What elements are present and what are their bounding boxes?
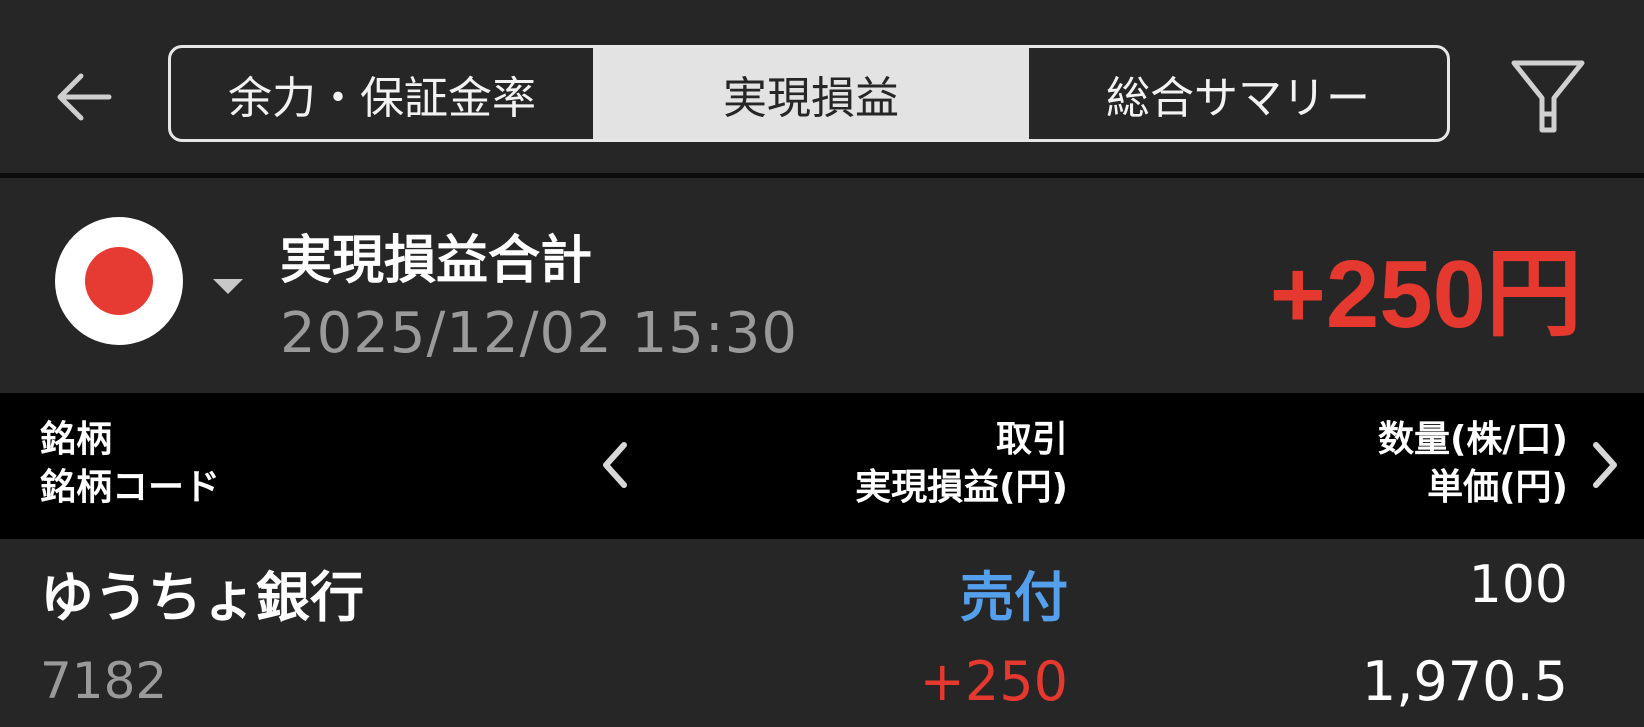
japan-flag-icon	[55, 217, 183, 345]
caret-down-icon	[213, 279, 243, 294]
segmented-tabs: 余力・保証金率 実現損益 総合サマリー	[168, 45, 1450, 142]
tab-label: 実現損益	[723, 72, 899, 124]
table-header: 銘柄 銘柄コード 取引 実現損益(円) 数量(株/口) 単価(円)	[0, 393, 1644, 539]
tab-summary[interactable]: 総合サマリー	[1029, 48, 1447, 139]
chevron-right-icon	[1593, 442, 1617, 488]
market-selector[interactable]	[55, 216, 245, 346]
column-header-line: 銘柄	[40, 419, 113, 460]
filter-icon	[1511, 60, 1584, 132]
tab-label: 余力・保証金率	[228, 72, 536, 124]
column-header-stock: 銘柄 銘柄コード	[40, 416, 220, 512]
realized-pl-value: +250	[919, 650, 1068, 713]
table-row[interactable]: ゆうちょ銀行 7182 売付 +250 100 1,970.5	[0, 539, 1644, 727]
realized-pl-summary: 実現損益合計 2025/12/02 15:30 +250円	[0, 178, 1644, 393]
tab-label: 総合サマリー	[1106, 72, 1370, 124]
trade-type: 売付	[960, 566, 1068, 629]
filter-button[interactable]	[1505, 55, 1590, 140]
column-header-line: 銘柄コード	[40, 467, 221, 508]
tab-margin-rate[interactable]: 余力・保証金率	[171, 48, 593, 139]
column-header-quantity: 数量(株/口) 単価(円)	[1378, 416, 1568, 512]
arrow-left-icon	[57, 73, 112, 121]
tab-realized-pl[interactable]: 実現損益	[593, 48, 1029, 139]
stock-code: 7182	[40, 652, 168, 710]
back-button[interactable]	[48, 62, 118, 132]
chevron-left-icon	[603, 442, 627, 488]
column-header-line: 単価(円)	[1427, 467, 1568, 508]
columns-prev-button[interactable]	[590, 435, 640, 495]
stock-name: ゆうちょ銀行	[40, 566, 364, 629]
quantity-value: 100	[1468, 555, 1568, 615]
column-header-line: 取引	[995, 419, 1068, 460]
top-bar: 余力・保証金率 実現損益 総合サマリー	[0, 0, 1644, 175]
columns-next-button[interactable]	[1580, 435, 1630, 495]
summary-datetime: 2025/12/02 15:30	[280, 301, 798, 366]
summary-total: +250円	[1269, 241, 1582, 348]
summary-title: 実現損益合計	[280, 231, 593, 291]
column-header-line: 数量(株/口)	[1377, 419, 1568, 460]
column-header-line: 実現損益(円)	[855, 467, 1068, 508]
unit-price-value: 1,970.5	[1361, 650, 1568, 713]
column-header-trade: 取引 実現損益(円)	[855, 416, 1068, 512]
